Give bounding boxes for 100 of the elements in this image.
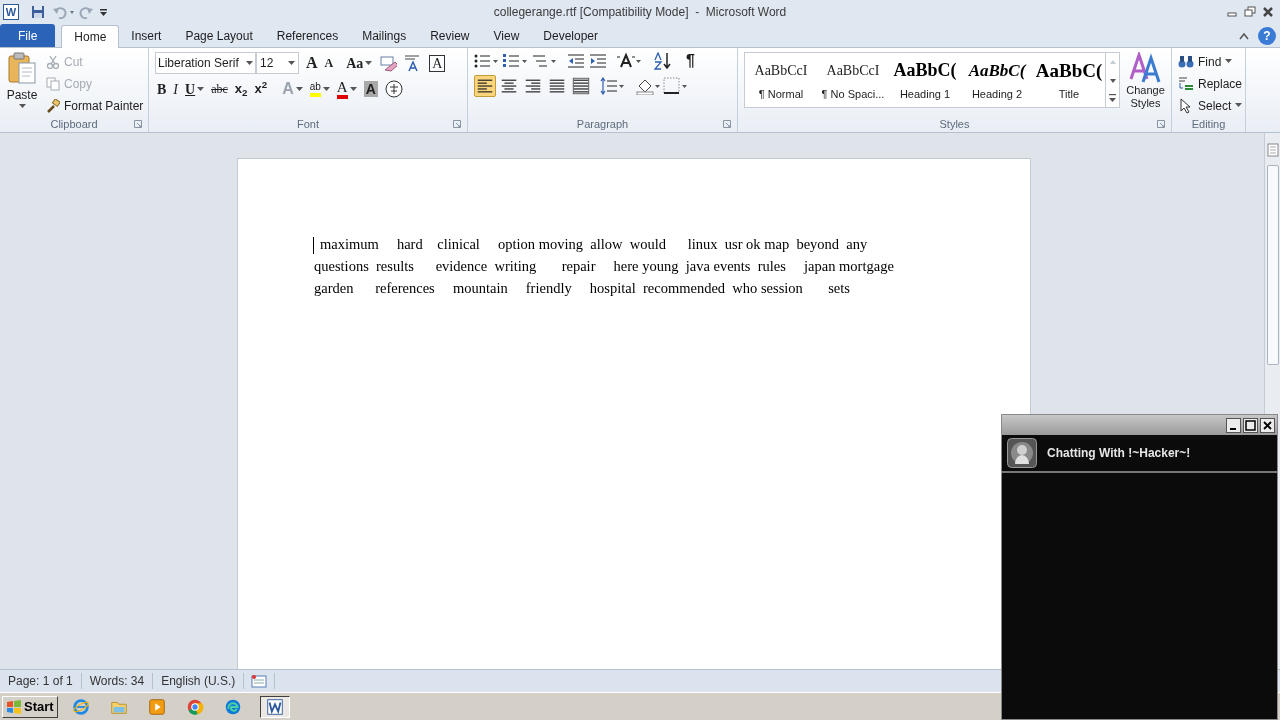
style-tile[interactable]: AaBbC( Title	[1033, 53, 1105, 107]
ruler-toggle-icon[interactable]	[1266, 143, 1279, 157]
ribbon-tab[interactable]: References	[264, 24, 351, 47]
ribbon-tab[interactable]: Developer	[531, 24, 610, 47]
replace-button[interactable]: Replace	[1178, 74, 1243, 93]
italic-button[interactable]: I	[171, 79, 180, 99]
help-button[interactable]: ?	[1258, 27, 1276, 45]
style-name: Heading 1	[899, 86, 951, 102]
save-icon[interactable]	[31, 5, 45, 19]
dialog-launcher-icon[interactable]	[134, 120, 142, 128]
style-preview: AaBbCcI	[754, 62, 808, 81]
avatar-icon	[1007, 438, 1037, 468]
group-label: Font	[297, 116, 319, 132]
superscript-button[interactable]: x$^{2}$	[252, 79, 270, 99]
multilevel-list-icon[interactable]	[532, 52, 557, 70]
find-button[interactable]: Find	[1178, 52, 1243, 71]
word-logo[interactable]: W	[3, 4, 19, 20]
maximize-icon[interactable]	[1243, 417, 1258, 433]
caret-icon	[288, 60, 295, 66]
word-document-icon[interactable]	[259, 695, 290, 718]
dialog-launcher-icon[interactable]	[453, 120, 461, 128]
ribbon-tab[interactable]: Insert	[119, 24, 174, 47]
clear-formatting-icon[interactable]	[379, 54, 398, 72]
style-tile[interactable]: AaBbCcI ¶ No Spaci...	[817, 53, 889, 107]
status-page[interactable]: Page: 1 of 1	[0, 673, 82, 689]
align-distributed-icon[interactable]	[570, 75, 592, 97]
bold-button[interactable]: B	[155, 79, 169, 99]
caret-icon	[365, 60, 373, 66]
bullets-icon[interactable]	[474, 52, 499, 70]
restore-icon[interactable]	[1244, 6, 1256, 18]
style-tile[interactable]: AaBbC( Heading 2	[961, 53, 1033, 107]
ribbon-tab[interactable]: Page Layout	[173, 24, 265, 47]
change-styles-button[interactable]: Change Styles	[1124, 52, 1167, 116]
window-title: collegerange.rtf [Compatibility Mode] - Microsoft Word	[493, 4, 787, 21]
underline-button[interactable]: U	[183, 79, 207, 99]
group-label: Clipboard	[50, 116, 98, 132]
caret-icon	[246, 60, 253, 66]
chat-title: Chatting With !~Hacker~!	[1047, 445, 1191, 462]
style-name: ¶ No Spaci...	[821, 86, 885, 102]
format-painter-button[interactable]: Format Painter	[46, 96, 144, 115]
caret-icon	[1225, 59, 1233, 64]
text-cursor	[313, 236, 314, 254]
subscript-button[interactable]: x$_{2}$	[232, 79, 250, 99]
caret-icon	[295, 86, 303, 92]
group-label: Styles	[939, 116, 970, 132]
numbering-icon[interactable]	[503, 52, 528, 70]
document-text: garden references mountain friendly hospital recommended who session sets	[314, 279, 850, 299]
sort-icon[interactable]	[654, 52, 672, 70]
show-formatting-marks-button[interactable]: ¶	[686, 52, 695, 70]
dialog-launcher-icon[interactable]	[723, 120, 731, 128]
caret-icon	[18, 104, 26, 109]
character-border-button[interactable]: A	[427, 53, 448, 73]
status-words[interactable]: Words: 34	[81, 673, 154, 689]
select-button[interactable]: Select	[1178, 96, 1243, 115]
group-label: Editing	[1191, 116, 1226, 132]
group-label: Paragraph	[576, 116, 629, 132]
dialog-launcher-icon[interactable]	[1157, 120, 1165, 128]
align-left-icon[interactable]	[474, 75, 496, 97]
strikethrough-button[interactable]: abc	[209, 79, 230, 99]
collapse-ribbon-icon[interactable]	[1238, 31, 1250, 41]
document-text: questions results evidence writing repair here young java events rules japan mortgage	[314, 257, 894, 277]
enclose-characters-icon[interactable]	[384, 80, 403, 98]
paste-button[interactable]: Paste	[4, 52, 40, 116]
start-button[interactable]: Start	[2, 695, 58, 718]
style-preview: AaBbC(	[1035, 58, 1103, 83]
copy-icon	[46, 76, 60, 91]
font-name-field[interactable]: Liberation Serif	[155, 52, 256, 74]
ribbon-tab[interactable]: Review	[418, 24, 482, 47]
customize-icon[interactable]	[99, 6, 109, 18]
scroll-thumb[interactable]	[1266, 165, 1279, 365]
ribbon-tab[interactable]: Home	[61, 25, 120, 48]
style-tile[interactable]: AaBbC( Heading 1	[889, 53, 961, 107]
minimize-icon[interactable]	[1226, 417, 1241, 433]
ribbon-tab[interactable]: View	[481, 24, 532, 47]
style-name: Title	[1058, 86, 1080, 102]
close-icon[interactable]	[1262, 6, 1274, 18]
asian-layout-icon[interactable]	[617, 52, 642, 70]
ribbon-tab[interactable]: Mailings	[350, 24, 419, 47]
shading-icon[interactable]	[636, 77, 661, 95]
style-name: Heading 2	[971, 86, 1023, 102]
caret-icon	[349, 86, 357, 92]
change-case-button[interactable]: Aa	[338, 53, 375, 73]
close-icon[interactable]	[1260, 417, 1275, 433]
font-color-button[interactable]: A	[334, 79, 359, 99]
grow-font-button[interactable]: A	[304, 53, 320, 73]
style-preview: AaBbC(	[893, 59, 957, 83]
paintbrush-icon	[46, 98, 60, 113]
status-language[interactable]: English (U.S.)	[153, 673, 245, 689]
shrink-font-button[interactable]: A	[322, 53, 336, 73]
proofing-icon[interactable]	[251, 674, 268, 688]
decrease-indent-icon[interactable]	[567, 52, 585, 70]
font-size-field[interactable]: 12	[256, 52, 299, 74]
line-spacing-icon[interactable]	[600, 77, 626, 95]
borders-icon[interactable]	[663, 77, 688, 95]
increase-indent-icon[interactable]	[589, 52, 607, 70]
file-tab[interactable]: File	[0, 24, 56, 47]
style-tile[interactable]: AaBbCcI ¶ Normal	[745, 53, 817, 107]
caret-icon	[1235, 103, 1243, 108]
highlight-button[interactable]: ab	[307, 79, 332, 99]
character-shading-button[interactable]: A	[361, 79, 380, 99]
